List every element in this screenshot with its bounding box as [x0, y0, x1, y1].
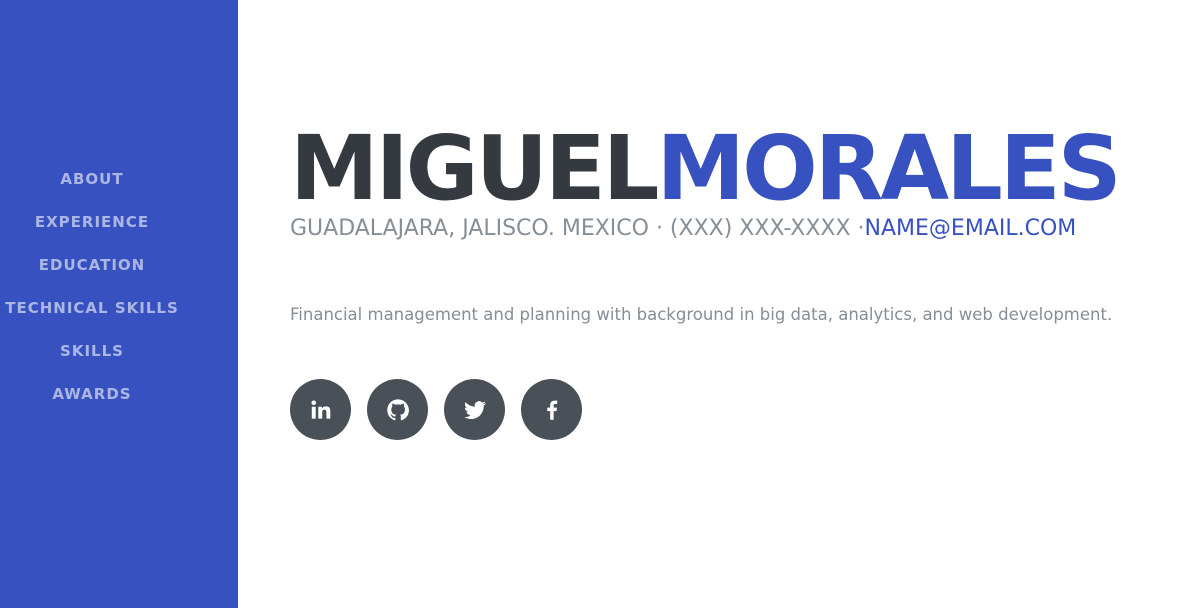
sidebar: ABOUT EXPERIENCE EDUCATION TECHNICAL SKI… [0, 0, 238, 608]
nav-item-experience: EXPERIENCE [0, 209, 184, 252]
social-links [290, 379, 598, 440]
last-name: MORALES [656, 116, 1122, 220]
nav-link-awards[interactable]: AWARDS [52, 381, 131, 407]
summary-text: Financial management and planning with b… [290, 305, 1113, 324]
nav-item-skills: SKILLS [0, 338, 184, 381]
nav-link-education[interactable]: EDUCATION [39, 252, 145, 278]
facebook-button[interactable] [521, 379, 582, 440]
contact-location-phone: GUADALAJARA, JALISCO. MEXICO · (XXX) XXX… [290, 216, 865, 241]
page-title: MIGUELMORALES [290, 116, 1122, 220]
nav-item-education: EDUCATION [0, 252, 184, 295]
twitter-button[interactable] [444, 379, 505, 440]
first-name: MIGUEL [290, 116, 660, 220]
nav-link-technical-skills[interactable]: TECHNICAL SKILLS [5, 295, 179, 321]
nav-item-about: ABOUT [0, 166, 184, 209]
nav-link-skills[interactable]: SKILLS [60, 338, 124, 364]
nav-item-technical-skills: TECHNICAL SKILLS [0, 295, 184, 338]
email-link[interactable]: NAME@EMAIL.COM [865, 216, 1077, 241]
linkedin-icon [308, 397, 334, 423]
nav-link-about[interactable]: ABOUT [60, 166, 123, 192]
nav-link-experience[interactable]: EXPERIENCE [35, 209, 149, 235]
nav-item-awards: AWARDS [0, 381, 184, 424]
linkedin-button[interactable] [290, 379, 351, 440]
sidebar-nav: ABOUT EXPERIENCE EDUCATION TECHNICAL SKI… [0, 166, 184, 424]
twitter-icon [462, 397, 488, 423]
github-icon [385, 397, 411, 423]
contact-line: GUADALAJARA, JALISCO. MEXICO · (XXX) XXX… [290, 213, 1076, 245]
facebook-icon [539, 397, 565, 423]
github-button[interactable] [367, 379, 428, 440]
